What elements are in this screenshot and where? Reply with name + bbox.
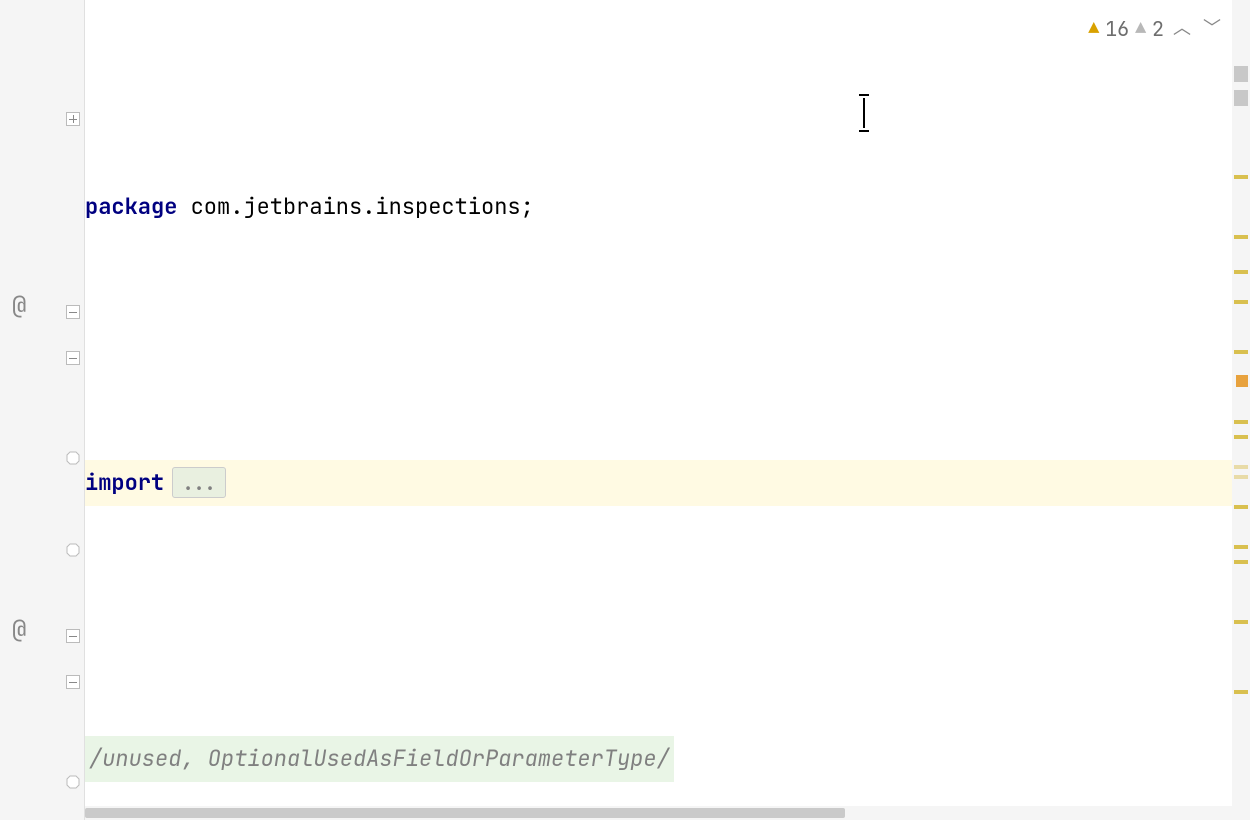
stripe-mark-warning[interactable] bbox=[1234, 235, 1248, 239]
stripe-mark-warning[interactable] bbox=[1234, 545, 1248, 549]
fold-collapse-icon[interactable] bbox=[66, 675, 80, 689]
stripe-mark-warning[interactable] bbox=[1234, 690, 1248, 694]
prev-highlight-icon[interactable]: ︿ bbox=[1170, 6, 1194, 52]
stripe-mark-warning[interactable] bbox=[1234, 175, 1248, 179]
code-area[interactable]: ▲ 16 ▲ 2 ︿ ﹀ package com.jetbrains.inspe… bbox=[85, 0, 1250, 820]
stripe-mark-weak[interactable] bbox=[1234, 465, 1248, 469]
fold-collapse-icon[interactable] bbox=[66, 351, 80, 365]
stripe-mark-weak[interactable] bbox=[1234, 475, 1248, 479]
stripe-mark-error[interactable] bbox=[1236, 375, 1248, 387]
fold-end-icon[interactable] bbox=[66, 535, 80, 549]
stripe-mark-warning[interactable] bbox=[1234, 420, 1248, 424]
stripe-mark-warning[interactable] bbox=[1234, 435, 1248, 439]
warning-count: 16 bbox=[1105, 6, 1129, 52]
stripe-mark-warning[interactable] bbox=[1234, 505, 1248, 509]
override-gutter-icon[interactable]: @ bbox=[12, 290, 26, 321]
fold-end-icon[interactable] bbox=[66, 767, 80, 781]
scrollbar-thumb[interactable] bbox=[85, 808, 845, 818]
weak-warning-count: 2 bbox=[1152, 6, 1164, 52]
fold-collapse-icon[interactable] bbox=[66, 305, 80, 319]
code-line[interactable] bbox=[85, 322, 1250, 368]
stripe-mark-warning[interactable] bbox=[1234, 300, 1248, 304]
weak-warning-icon[interactable]: ▲ bbox=[1135, 6, 1146, 52]
stripe-mark-warning[interactable] bbox=[1234, 270, 1248, 274]
inspection-summary: ▲ 16 ▲ 2 ︿ ﹀ bbox=[1088, 6, 1224, 52]
text-caret bbox=[863, 98, 865, 128]
gutter: @ @ bbox=[0, 0, 85, 820]
stripe-mark[interactable] bbox=[1234, 66, 1248, 82]
code-line[interactable] bbox=[85, 598, 1250, 644]
editor-wrapper: @ @ ▲ 16 ▲ 2 ︿ ﹀ package com.jetbrains.i… bbox=[0, 0, 1250, 820]
override-gutter-icon[interactable]: @ bbox=[12, 614, 26, 645]
warning-icon[interactable]: ▲ bbox=[1088, 6, 1099, 52]
stripe-mark-warning[interactable] bbox=[1234, 560, 1248, 564]
stripe-mark-warning[interactable] bbox=[1234, 620, 1248, 624]
next-highlight-icon[interactable]: ﹀ bbox=[1200, 6, 1224, 52]
fold-expand-icon[interactable] bbox=[66, 112, 80, 126]
fold-collapse-icon[interactable] bbox=[66, 629, 80, 643]
horizontal-scrollbar[interactable] bbox=[85, 806, 1232, 820]
fold-end-icon[interactable] bbox=[66, 443, 80, 457]
code-line[interactable]: import... bbox=[85, 460, 1250, 506]
stripe-mark[interactable] bbox=[1234, 90, 1248, 106]
folded-region[interactable]: ... bbox=[172, 467, 226, 498]
suppress-comment: /unused, OptionalUsedAsFieldOrParameterT… bbox=[85, 736, 674, 782]
code-line[interactable]: package com.jetbrains.inspections; bbox=[85, 184, 1250, 230]
stripe-mark-warning[interactable] bbox=[1234, 350, 1248, 354]
code-line[interactable]: /unused, OptionalUsedAsFieldOrParameterT… bbox=[85, 736, 1250, 782]
marker-stripe[interactable] bbox=[1232, 0, 1250, 820]
